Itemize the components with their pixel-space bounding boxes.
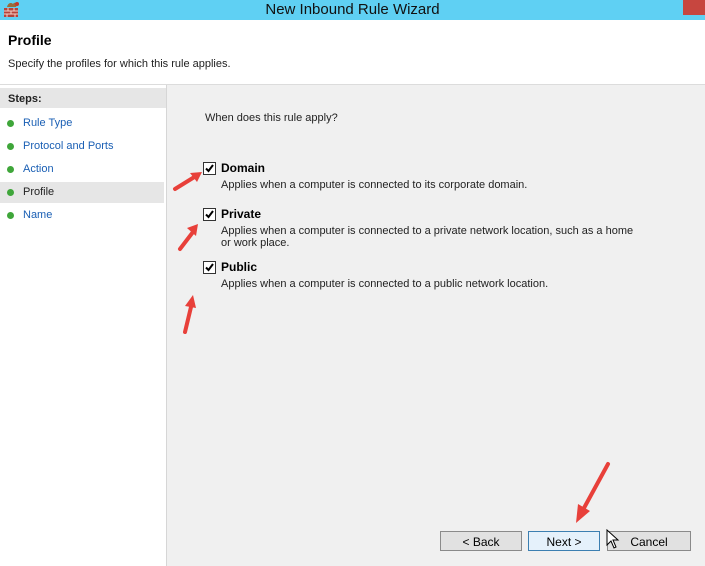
- page-title: Profile: [8, 32, 52, 48]
- private-description: Applies when a computer is connected to …: [221, 225, 634, 249]
- sidebar-item-label: Profile: [23, 186, 55, 198]
- step-pending-dot-icon: [7, 212, 14, 219]
- wizard-content: When does this rule apply? Domain Applie…: [167, 85, 705, 566]
- sidebar-item-label: Action: [23, 163, 54, 175]
- private-checkbox[interactable]: [203, 208, 216, 221]
- sidebar-item-label: Rule Type: [23, 117, 73, 129]
- steps-sidebar: Steps: Rule Type Protocol and Ports Acti…: [0, 85, 167, 566]
- annotation-arrow-icon: [173, 172, 202, 191]
- step-complete-dot-icon: [7, 120, 14, 127]
- page-subtitle: Specify the profiles for which this rule…: [8, 58, 231, 70]
- close-button[interactable]: [683, 0, 705, 15]
- sidebar-item-name[interactable]: Name: [0, 205, 164, 226]
- step-complete-dot-icon: [7, 143, 14, 150]
- step-current-dot-icon: [7, 189, 14, 196]
- public-checkbox[interactable]: [203, 261, 216, 274]
- sidebar-item-profile[interactable]: Profile: [0, 182, 164, 203]
- domain-checkbox[interactable]: [203, 162, 216, 175]
- title-bar: New Inbound Rule Wizard: [0, 0, 705, 20]
- public-label[interactable]: Public: [221, 260, 257, 274]
- rule-apply-question: When does this rule apply?: [205, 112, 338, 124]
- wizard-header: Profile Specify the profiles for which t…: [0, 20, 705, 85]
- sidebar-item-label: Name: [23, 209, 53, 221]
- annotation-arrow-icon: [576, 462, 610, 523]
- sidebar-item-label: Protocol and Ports: [23, 140, 114, 152]
- next-button[interactable]: Next >: [528, 531, 600, 551]
- public-description: Applies when a computer is connected to …: [221, 278, 549, 290]
- window-title: New Inbound Rule Wizard: [265, 1, 440, 18]
- private-label[interactable]: Private: [221, 207, 261, 221]
- annotation-arrow-icon: [178, 224, 198, 251]
- mouse-cursor-icon: [606, 529, 620, 549]
- step-complete-dot-icon: [7, 166, 14, 173]
- domain-label[interactable]: Domain: [221, 161, 265, 175]
- steps-header: Steps:: [0, 88, 166, 108]
- steps-title: Steps:: [8, 93, 42, 105]
- domain-description: Applies when a computer is connected to …: [221, 179, 528, 191]
- sidebar-item-action[interactable]: Action: [0, 159, 164, 180]
- sidebar-item-rule-type[interactable]: Rule Type: [0, 113, 164, 134]
- back-button[interactable]: < Back: [440, 531, 522, 551]
- annotation-arrow-icon: [183, 295, 196, 334]
- sidebar-item-protocol-and-ports[interactable]: Protocol and Ports: [0, 136, 164, 157]
